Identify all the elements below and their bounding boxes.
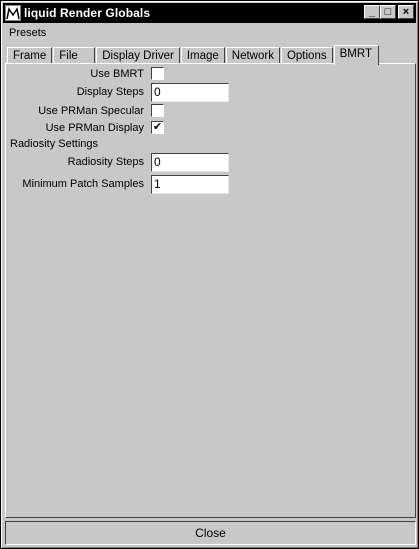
use-bmrt-checkbox[interactable] [151, 67, 164, 80]
close-button-label: Close [195, 526, 226, 540]
tab-image[interactable]: Image [180, 47, 225, 64]
display-steps-label: Display Steps [76, 86, 144, 98]
use-prman-display-label: Use PRMan Display [45, 122, 144, 134]
minimize-button[interactable]: _ [364, 5, 380, 19]
maya-app-icon[interactable] [5, 5, 21, 21]
tab-options[interactable]: Options [280, 47, 333, 64]
menu-bar: Presets [5, 25, 50, 41]
tab-file[interactable]: File [53, 47, 96, 64]
use-bmrt-label: Use BMRT [90, 68, 144, 80]
bmrt-panel: Use BMRT Display Steps 0 Use PRMan Specu… [5, 63, 416, 518]
menu-presets[interactable]: Presets [5, 25, 50, 41]
tab-display-driver[interactable]: Display Driver [96, 47, 180, 64]
use-prman-specular-checkbox[interactable] [151, 104, 164, 117]
tab-strip: Frame File Display Driver Image Network … [7, 45, 380, 65]
checkmark-icon: ✔ [152, 121, 163, 133]
min-patch-samples-field[interactable]: 1 [151, 175, 229, 194]
radiosity-steps-label: Radiosity Steps [67, 156, 144, 168]
tab-network[interactable]: Network [225, 47, 280, 64]
use-prman-specular-label: Use PRMan Specular [38, 105, 144, 117]
render-globals-window: liquid Render Globals _ □ × Presets Fram… [0, 0, 419, 549]
use-prman-specular-row: Use PRMan Specular [6, 102, 406, 120]
display-steps-field[interactable]: 0 [151, 83, 229, 102]
window-title: liquid Render Globals [24, 6, 151, 20]
use-bmrt-row: Use BMRT [6, 65, 406, 83]
close-window-button[interactable]: × [398, 5, 414, 19]
min-patch-samples-row: Minimum Patch Samples 1 [6, 175, 406, 194]
maximize-button[interactable]: □ [380, 5, 396, 19]
radiosity-steps-field[interactable]: 0 [151, 153, 229, 172]
window-controls: _ □ × [364, 5, 414, 19]
title-bar[interactable]: liquid Render Globals _ □ × [3, 3, 416, 23]
tab-frame[interactable]: Frame [7, 47, 53, 64]
close-button[interactable]: Close [5, 521, 416, 545]
tab-bmrt[interactable]: BMRT [333, 45, 379, 65]
use-prman-display-checkbox[interactable]: ✔ [151, 121, 164, 134]
use-prman-display-row: Use PRMan Display ✔ [6, 119, 406, 137]
radiosity-settings-heading: Radiosity Settings [10, 138, 99, 150]
min-patch-samples-label: Minimum Patch Samples [22, 178, 144, 190]
display-steps-row: Display Steps 0 [6, 83, 406, 102]
radiosity-steps-row: Radiosity Steps 0 [6, 153, 406, 172]
